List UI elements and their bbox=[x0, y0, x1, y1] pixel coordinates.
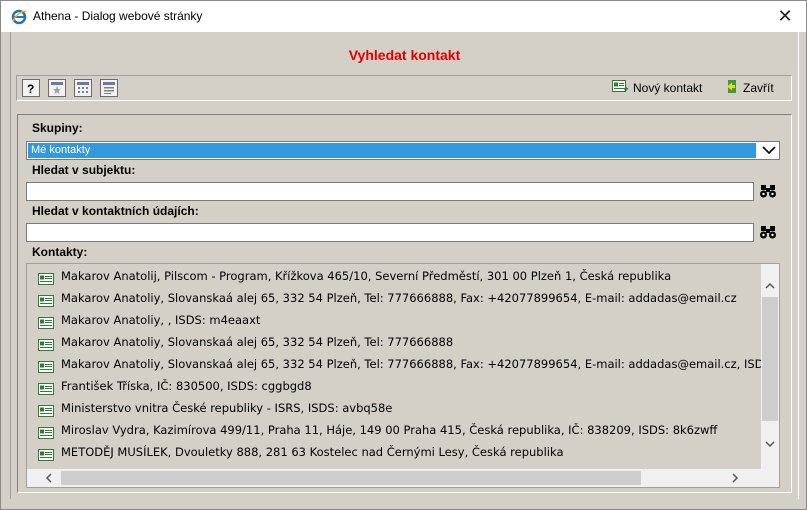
scroll-right-icon[interactable] bbox=[726, 469, 744, 487]
contact-data-search-input[interactable] bbox=[26, 223, 754, 242]
contact-card-icon bbox=[38, 380, 54, 395]
contact-card-icon bbox=[38, 314, 54, 329]
scroll-down-icon[interactable] bbox=[761, 435, 779, 453]
contact-row[interactable]: Makarov Anatolij, Pilscom - Program, Kří… bbox=[27, 265, 761, 287]
contact-row-text: Makarov Anatoliy, Slovanskaá alej 65, 33… bbox=[61, 291, 737, 305]
chevron-down-icon[interactable] bbox=[761, 143, 777, 158]
binoculars-icon[interactable] bbox=[758, 182, 778, 200]
contact-row-text: Miroslav Vydra, Kazimírova 499/11, Praha… bbox=[61, 423, 718, 437]
svg-text:?: ? bbox=[27, 82, 34, 96]
scrollbar-corner bbox=[761, 469, 779, 487]
contact-row-text: METODĚJ MUSÍLEK, Dvouletky 888, 281 63 K… bbox=[61, 445, 564, 459]
title-bar: Athena - Dialog webové stránky ✕ bbox=[1, 1, 806, 32]
contact-row[interactable]: Ministerstvo vnitra České republiky - IS… bbox=[27, 397, 761, 419]
new-contact-button[interactable]: Nový kontakt bbox=[612, 79, 702, 97]
close-window-button[interactable]: ✕ bbox=[773, 5, 797, 27]
favorite-icon[interactable] bbox=[48, 79, 66, 97]
contact-row[interactable]: METODĚJ MUSÍLEK, Dvouletky 888, 281 63 K… bbox=[27, 441, 761, 463]
window-title: Athena - Dialog webové stránky bbox=[33, 9, 203, 23]
contact-row[interactable]: Miroslav Vydra, Kazimírova 499/11, Praha… bbox=[27, 419, 761, 441]
contact-row-text: František Tříska, IČ: 830500, ISDS: cggb… bbox=[61, 379, 312, 393]
contact-row-text: Makarov Anatoliy, Slovanskaá alej 65, 33… bbox=[61, 335, 454, 349]
contacts-rows: Makarov Anatolij, Pilscom - Program, Kří… bbox=[27, 264, 761, 469]
scroll-up-icon[interactable] bbox=[761, 276, 779, 294]
contact-row[interactable]: Makarov Anatoliy, Slovanskaá alej 65, 33… bbox=[27, 287, 761, 309]
contact-row-text: Makarov Anatoliy, Slovanskaá alej 65, 33… bbox=[61, 357, 761, 371]
subject-search-input[interactable] bbox=[26, 182, 754, 201]
contact-card-icon bbox=[38, 336, 54, 351]
contact-row[interactable]: Makarov Anatoliy, Slovanskaá alej 65, 33… bbox=[27, 353, 761, 375]
contact-row[interactable]: Makarov Anatoliy, , ISDS: m4eaaxt bbox=[27, 309, 761, 331]
search-panel: Skupiny: Mé kontakty Hledat v subjektu: … bbox=[17, 114, 792, 493]
horizontal-scroll-thumb[interactable] bbox=[61, 471, 641, 485]
subject-label: Hledat v subjektu: bbox=[32, 163, 136, 177]
horizontal-scrollbar[interactable] bbox=[27, 469, 761, 487]
contact-card-icon bbox=[38, 358, 54, 373]
contact-row[interactable]: František Tříska, IČ: 830500, ISDS: cggb… bbox=[27, 375, 761, 397]
help-icon[interactable]: ? bbox=[22, 79, 40, 97]
ie-icon bbox=[11, 9, 27, 25]
exit-arrow-icon bbox=[725, 79, 739, 97]
groups-label: Skupiny: bbox=[32, 121, 83, 135]
binoculars-icon[interactable] bbox=[758, 223, 778, 241]
contacts-label: Kontakty: bbox=[32, 245, 88, 259]
contact-card-icon bbox=[612, 79, 629, 97]
contact-card-icon bbox=[38, 402, 54, 417]
vertical-scroll-thumb[interactable] bbox=[762, 297, 778, 421]
contact-card-icon bbox=[38, 446, 54, 461]
groups-selected-value: Mé kontakty bbox=[28, 143, 756, 158]
contact-card-icon bbox=[38, 270, 54, 285]
contact-row-text: Makarov Anatolij, Pilscom - Program, Kří… bbox=[61, 269, 672, 283]
contact-card-icon bbox=[38, 292, 54, 307]
contact-row-text: Ministerstvo vnitra České republiky - IS… bbox=[61, 401, 393, 415]
vertical-scrollbar[interactable] bbox=[761, 264, 779, 469]
contact-row[interactable]: Makarov Anatoliy, Slovanskaá alej 65, 33… bbox=[27, 331, 761, 353]
groups-select[interactable]: Mé kontakty bbox=[26, 141, 780, 160]
calendar-icon[interactable] bbox=[74, 79, 92, 97]
close-button[interactable]: Zavřít bbox=[725, 79, 774, 97]
contact-row-text: Makarov Anatoliy, , ISDS: m4eaaxt bbox=[61, 313, 261, 327]
close-label: Zavřít bbox=[743, 81, 774, 95]
contact-data-label: Hledat v kontaktních údajích: bbox=[32, 204, 199, 218]
scroll-left-icon[interactable] bbox=[39, 469, 57, 487]
contact-card-icon bbox=[38, 424, 54, 439]
dialog-title: Vyhledat kontakt bbox=[348, 47, 461, 63]
toolbar: ? Nový kontakt Zavřít bbox=[16, 75, 792, 101]
contacts-list: Makarov Anatolij, Pilscom - Program, Kří… bbox=[26, 263, 780, 488]
new-contact-label: Nový kontakt bbox=[633, 81, 703, 95]
window-icon[interactable] bbox=[100, 79, 118, 97]
dialog-body: Vyhledat kontakt ? Nový kontakt Zavřít S… bbox=[10, 32, 799, 499]
dialog-window: Athena - Dialog webové stránky ✕ Vyhleda… bbox=[0, 0, 807, 510]
